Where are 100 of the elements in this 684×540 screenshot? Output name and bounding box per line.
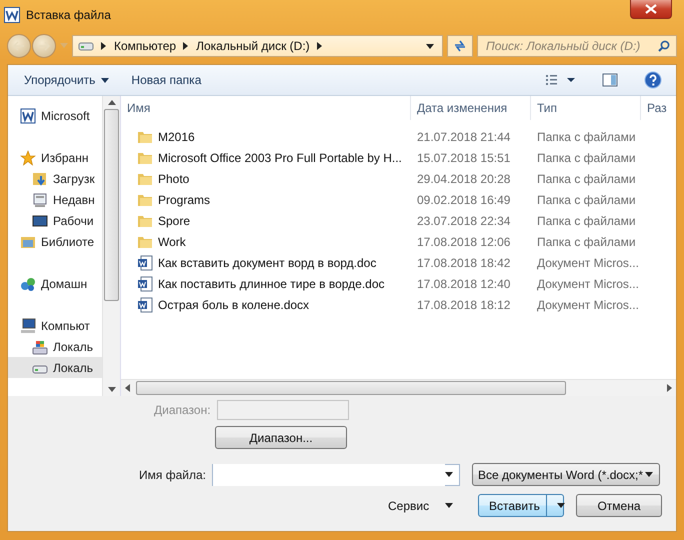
- network-icon: [20, 276, 36, 292]
- caret-icon: [556, 503, 565, 508]
- column-header[interactable]: Тип: [531, 96, 641, 120]
- star-icon: [20, 150, 36, 166]
- sidebar-item[interactable]: Локаль: [8, 336, 102, 357]
- system-drive-icon: [32, 338, 48, 354]
- caret-icon: [445, 503, 454, 508]
- file-name-cell[interactable]: Как вставить документ ворд в ворд.doc: [121, 252, 411, 273]
- file-name-cell[interactable]: Острая боль в колене.docx: [121, 294, 411, 315]
- refresh-button[interactable]: [447, 35, 473, 57]
- sidebar-label: Компьют: [41, 318, 90, 332]
- new-folder-button[interactable]: Новая папка: [127, 71, 206, 89]
- window-title: Вставка файла: [26, 8, 111, 22]
- word-document-icon: [137, 254, 153, 270]
- forward-button[interactable]: [32, 34, 56, 58]
- sidebar-label: Загрузк: [53, 172, 95, 186]
- caret-icon: [101, 78, 110, 82]
- file-name-cell[interactable]: Как поставить длинное тире в ворде.doc: [121, 273, 411, 294]
- word-icon: [20, 108, 36, 124]
- type-cell-text: Папка с файлами: [536, 192, 637, 208]
- file-name-cell[interactable]: Work: [121, 231, 411, 252]
- recent-places-icon: [32, 192, 48, 208]
- date-cell-text: 29.04.2018 20:28: [416, 170, 512, 188]
- column-header[interactable]: Дата изменения: [411, 96, 531, 120]
- search-field[interactable]: Поиск: Локальный диск (D:): [477, 35, 677, 57]
- address-bar[interactable]: Компьютер Локальный диск (D:): [72, 35, 443, 57]
- back-arrow-icon: [13, 41, 25, 51]
- breadcrumb-arrow-icon: [101, 42, 107, 50]
- download-folder-icon: [32, 170, 48, 186]
- file-name-cell[interactable]: Photo: [121, 168, 411, 189]
- column-header[interactable]: Имя: [121, 96, 411, 120]
- word-icon: [4, 7, 20, 23]
- organize-button[interactable]: Упорядочить: [20, 71, 114, 89]
- list-view-icon: [546, 74, 576, 86]
- breadcrumb[interactable]: Локальный диск (D:): [196, 39, 310, 53]
- sidebar-item[interactable]: Недавн: [8, 189, 102, 210]
- sidebar-label: Локаль: [53, 360, 93, 374]
- sidebar-label: Библиоте: [41, 234, 94, 248]
- dropdown-caret-icon: [444, 472, 453, 477]
- scroll-left-icon: [125, 384, 130, 392]
- sidebar-item[interactable]: Избранн: [8, 147, 102, 168]
- refresh-icon: [453, 40, 467, 52]
- file-name-cell[interactable]: Spore: [121, 210, 411, 231]
- type-cell-text: Папка с файлами: [536, 212, 637, 230]
- file-name-field[interactable]: [212, 464, 460, 486]
- sidebar-label: Локаль: [53, 340, 93, 354]
- date-cell-text: 09.02.2018 16:49: [416, 192, 512, 208]
- type-cell-text: Папка с файлами: [536, 234, 637, 250]
- date-cell-text: 17.08.2018 18:42: [416, 254, 512, 272]
- insert-button[interactable]: Вставить: [478, 494, 564, 517]
- sidebar-label: Домашн: [41, 276, 88, 290]
- back-button[interactable]: [7, 34, 31, 58]
- sidebar-item[interactable]: Домашн: [8, 273, 102, 294]
- desktop-icon: [32, 212, 48, 228]
- file-type-dropdown[interactable]: Все документы Word (*.docx;*: [472, 463, 660, 486]
- scroll-right-icon: [667, 384, 672, 392]
- drive-icon: [78, 41, 94, 51]
- scrollbar[interactable]: [121, 379, 676, 396]
- sidebar-item[interactable]: Загрузк: [8, 168, 102, 189]
- forward-arrow-icon: [38, 41, 50, 51]
- close-icon: [645, 4, 657, 14]
- date-cell-text: 21.07.2018 21:44: [416, 128, 512, 146]
- tools-button[interactable]: Сервис: [382, 498, 470, 514]
- scroll-down-icon: [108, 387, 116, 392]
- type-cell-text: Папка с файлами: [536, 150, 637, 166]
- type-cell-text: Документ Micros...: [536, 276, 640, 292]
- file-name-cell[interactable]: Programs: [121, 189, 411, 210]
- breadcrumb-arrow-icon: [316, 42, 323, 50]
- column-header[interactable]: Раз: [641, 96, 676, 120]
- cancel-button[interactable]: Отмена: [576, 494, 662, 517]
- breadcrumb-arrow-icon: [183, 42, 190, 50]
- date-cell-text: 17.08.2018 12:06: [416, 234, 512, 250]
- sidebar-item[interactable]: Библиоте: [8, 231, 102, 252]
- sidebar-label: Избранн: [41, 150, 88, 164]
- scrollbar[interactable]: [102, 96, 120, 396]
- breadcrumb[interactable]: Компьютер: [114, 39, 176, 53]
- sidebar-item[interactable]: Локаль: [8, 357, 102, 378]
- preview-pane-icon: [602, 73, 618, 87]
- sidebar-item[interactable]: Компьют: [8, 315, 102, 336]
- type-cell-text: Документ Micros...: [536, 296, 640, 314]
- date-cell-text: 17.08.2018 18:12: [416, 296, 512, 314]
- close-button[interactable]: [630, 0, 672, 19]
- history-caret-icon: [60, 43, 68, 49]
- file-name-cell[interactable]: M2016: [121, 126, 411, 147]
- scroll-thumb[interactable]: [136, 381, 566, 395]
- scroll-up-icon: [108, 100, 116, 105]
- sidebar-label: Microsoft: [41, 108, 90, 122]
- type-cell-text: Папка с файлами: [536, 128, 637, 146]
- date-cell-text: 17.08.2018 12:40: [416, 276, 512, 292]
- range-label: Диапазон:: [154, 403, 211, 417]
- file-name-cell[interactable]: Microsoft Office 2003 Pro Full Portable by H...: [121, 147, 411, 168]
- scroll-thumb[interactable]: [104, 109, 119, 301]
- dropdown-caret-icon: [644, 472, 653, 477]
- type-cell-text: Документ Micros...: [536, 254, 640, 272]
- sidebar-label: Рабочи: [53, 214, 94, 228]
- word-document-icon: [137, 296, 153, 312]
- sidebar-item[interactable]: Microsoft: [8, 105, 102, 126]
- search-icon: [658, 40, 670, 52]
- date-cell-text: 15.07.2018 15:51: [416, 150, 512, 166]
- sidebar-item[interactable]: Рабочи: [8, 210, 102, 231]
